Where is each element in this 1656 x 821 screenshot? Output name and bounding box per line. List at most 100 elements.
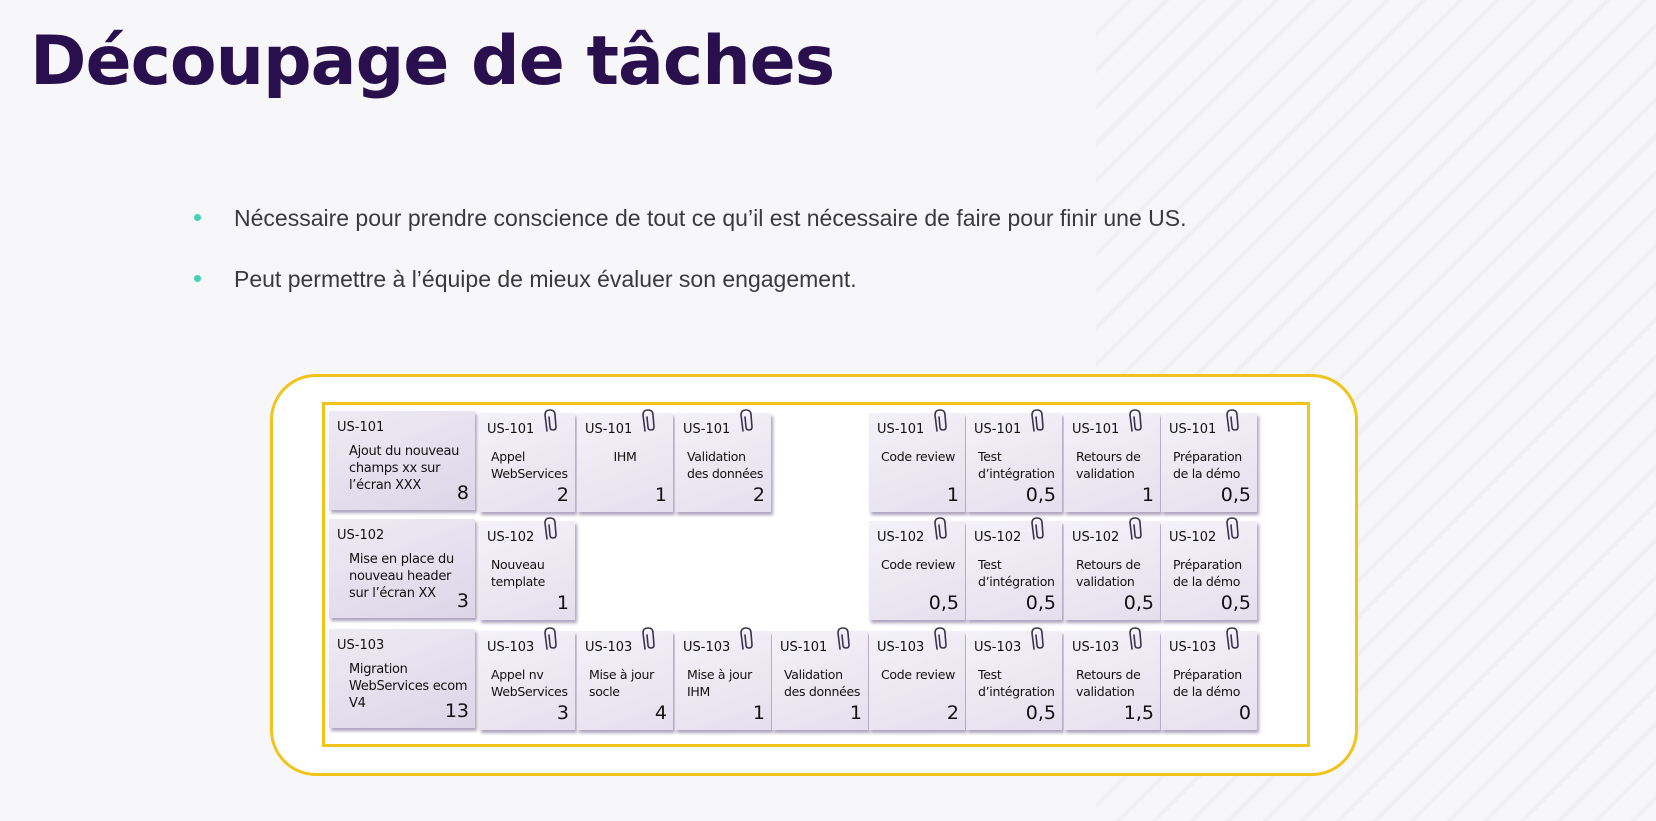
task-card: US-103 Mise à jour socle 4 — [577, 627, 673, 730]
task-points: 1 — [849, 702, 862, 724]
paperclip-icon — [541, 517, 561, 541]
task-card: US-101 IHM 1 — [577, 409, 673, 512]
task-card: US-101 Appel WebServices 2 — [479, 409, 575, 512]
task-id: US-102 — [1169, 530, 1217, 545]
task-points: 1 — [752, 702, 765, 724]
slide-title: Découpage de tâches — [30, 22, 835, 101]
bullet-item: Nécessaire pour prendre conscience de to… — [190, 205, 1186, 232]
task-id: US-103 — [877, 640, 925, 655]
bullet-list: Nécessaire pour prendre conscience de to… — [190, 205, 1186, 327]
story-id: US-103 — [337, 638, 385, 653]
task-label: Mise à jour socle — [589, 667, 654, 699]
bullet-dot-icon — [194, 275, 201, 282]
task-label: Mise à jour IHM — [687, 667, 752, 699]
bullet-dot-icon — [194, 214, 201, 221]
bullet-text: Peut permettre à l’équipe de mieux évalu… — [234, 266, 857, 292]
task-points: 3 — [556, 702, 569, 724]
task-points: 1 — [654, 484, 667, 506]
paperclip-icon — [737, 627, 757, 651]
task-id: US-103 — [585, 640, 633, 655]
task-label: Test d’intégration — [978, 667, 1055, 699]
task-points: 0,5 — [928, 592, 959, 614]
task-points: 1 — [1141, 484, 1154, 506]
task-card: US-103 Retours de validation 1,5 — [1064, 627, 1160, 730]
task-card: US-102 Test d’intégration 0,5 — [966, 517, 1062, 620]
task-label: Code review — [881, 449, 956, 464]
task-id: US-103 — [487, 640, 535, 655]
task-card: US-102 Retours de validation 0,5 — [1064, 517, 1160, 620]
task-card: US-103 Préparation de la démo 0 — [1161, 627, 1257, 730]
story-card: US-101 Ajout du nouveau champs xx sur l’é… — [329, 411, 475, 510]
task-id: US-101 — [1169, 422, 1217, 437]
task-id: US-103 — [1169, 640, 1217, 655]
paperclip-icon — [1126, 627, 1146, 651]
paperclip-icon — [1028, 409, 1048, 433]
task-points: 2 — [752, 484, 765, 506]
paperclip-icon — [1126, 517, 1146, 541]
story-card: US-103 Migration WebServices ecom V4 13 — [329, 629, 475, 728]
task-card: US-103 Appel nv WebServices 3 — [479, 627, 575, 730]
task-points: 2 — [556, 484, 569, 506]
story-id: US-101 — [337, 420, 385, 435]
paperclip-icon — [639, 409, 659, 433]
task-card: US-102 Code review 0,5 — [869, 517, 965, 620]
task-points: 0,5 — [1025, 592, 1056, 614]
task-label: Préparation de la démo — [1173, 449, 1242, 481]
task-label: Retours de validation — [1076, 449, 1141, 481]
paperclip-icon — [541, 627, 561, 651]
task-label: Appel WebServices — [491, 449, 568, 481]
task-points: 4 — [654, 702, 667, 724]
task-label: Retours de validation — [1076, 557, 1141, 589]
story-points: 8 — [456, 482, 469, 504]
task-card: US-103 Mise à jour IHM 1 — [675, 627, 771, 730]
task-id: US-101 — [585, 422, 633, 437]
task-id: US-102 — [877, 530, 925, 545]
task-label: Validation des données — [784, 667, 861, 699]
task-points: 1 — [946, 484, 959, 506]
task-points: 0,5 — [1025, 484, 1056, 506]
story-title: Ajout du nouveau champs xx sur l’écran X… — [349, 444, 460, 493]
bullet-text: Nécessaire pour prendre conscience de to… — [234, 205, 1187, 231]
task-label: Code review — [881, 557, 956, 572]
task-id: US-101 — [780, 640, 828, 655]
story-id: US-102 — [337, 528, 385, 543]
paperclip-icon — [931, 517, 951, 541]
task-id: US-101 — [1072, 422, 1120, 437]
task-id: US-102 — [1072, 530, 1120, 545]
task-card: US-102 Préparation de la démo 0,5 — [1161, 517, 1257, 620]
task-id: US-101 — [487, 422, 535, 437]
task-points: 0,5 — [1025, 702, 1056, 724]
task-card: US-103 Test d’intégration 0,5 — [966, 627, 1062, 730]
paperclip-icon — [931, 627, 951, 651]
paperclip-icon — [737, 409, 757, 433]
task-label: Retours de validation — [1076, 667, 1141, 699]
task-card: US-101 Retours de validation 1 — [1064, 409, 1160, 512]
paperclip-icon — [931, 409, 951, 433]
task-card: US-101 Code review 1 — [869, 409, 965, 512]
task-label: Préparation de la démo — [1173, 557, 1242, 589]
task-label: Test d’intégration — [978, 449, 1055, 481]
task-id: US-103 — [1072, 640, 1120, 655]
story-points: 3 — [456, 590, 469, 612]
task-id: US-101 — [974, 422, 1022, 437]
task-card: US-102 Nouveau template 1 — [479, 517, 575, 620]
task-label: Préparation de la démo — [1173, 667, 1242, 699]
task-label: Validation des données — [687, 449, 764, 481]
story-points: 13 — [444, 700, 469, 722]
task-id: US-102 — [974, 530, 1022, 545]
task-points: 0 — [1238, 702, 1251, 724]
task-id: US-103 — [683, 640, 731, 655]
task-label: IHM — [613, 449, 637, 464]
task-points: 0,5 — [1220, 592, 1251, 614]
bullet-item: Peut permettre à l’équipe de mieux évalu… — [190, 266, 1186, 293]
paperclip-icon — [1223, 517, 1243, 541]
task-card: US-101 Préparation de la démo 0,5 — [1161, 409, 1257, 512]
paperclip-icon — [1126, 409, 1146, 433]
paperclip-icon — [1028, 627, 1048, 651]
paperclip-icon — [541, 409, 561, 433]
story-title: Mise en place du nouveau header sur l’éc… — [349, 552, 454, 601]
paperclip-icon — [639, 627, 659, 651]
story-card: US-102 Mise en place du nouveau header su… — [329, 519, 475, 618]
task-id: US-102 — [487, 530, 535, 545]
task-points: 0,5 — [1220, 484, 1251, 506]
